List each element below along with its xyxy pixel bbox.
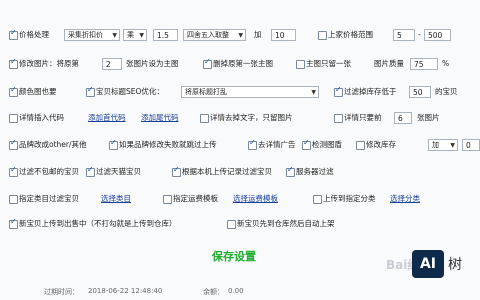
remove-ads-label: 去详情广告	[258, 140, 296, 149]
watermark: Bai经验 AI 树	[386, 250, 480, 292]
keep-first-images-suffix: 张图片	[417, 113, 440, 122]
expire-value: 2018-06-22 12:48:40	[88, 287, 163, 295]
stock-value-input[interactable]: 0	[462, 139, 480, 151]
keep-first-images-input[interactable]: 6	[394, 112, 412, 124]
add-label: 加	[254, 30, 262, 39]
stock-filter-suffix: 的宝贝	[435, 87, 458, 96]
delete-first-image-checkbox[interactable]	[203, 57, 212, 69]
keep-first-images-label: 详情只要前	[344, 113, 382, 122]
upload-to-sale-label: 新宝贝上传到出售中（不打勾就是上传到仓库）	[19, 219, 177, 228]
category-filter-label: 指定类目过滤宝贝	[19, 194, 79, 203]
server-filter-checkbox[interactable]	[286, 165, 295, 177]
color-image-label: 颜色图也要	[19, 87, 57, 96]
brand-other-label: 品牌改成other/其他	[19, 140, 87, 149]
add-tail-code-link[interactable]: 添加尾代码	[141, 111, 179, 124]
chevron-down-icon: ▼	[139, 32, 144, 39]
round-mode-select[interactable]: 四舍五入取整 ▼	[183, 29, 246, 41]
modify-image-label: 修改图片：将原第	[19, 59, 79, 68]
range-separator: -	[418, 30, 421, 39]
warehouse-then-list-checkbox[interactable]	[227, 220, 236, 229]
stock-filter-label: 过滤掉库存低于	[344, 87, 397, 96]
category-filter-checkbox[interactable]	[9, 195, 18, 204]
modify-stock-checkbox[interactable]	[356, 141, 365, 150]
stock-op-select[interactable]: 加 ▼	[428, 139, 458, 151]
price-mode-select[interactable]: 采集折扣价 ▼	[64, 29, 120, 41]
color-image-checkbox[interactable]	[9, 85, 18, 97]
filter-free-shipping-label: 过滤不包邮的宝贝	[19, 167, 79, 176]
delete-first-image-label: 删掉原第一张主图	[213, 59, 273, 68]
filter-tmall-checkbox[interactable]	[86, 165, 95, 177]
local-record-filter-label: 根据本机上传记录过滤宝贝	[182, 167, 272, 176]
stock-filter-input[interactable]: 50	[409, 86, 431, 98]
seo-checkbox[interactable]	[86, 85, 95, 97]
add-head-code-link[interactable]: 添加首代码	[88, 111, 126, 124]
settings-panel: 价格处理 采集折扣价▼ 乘▼ 1.5 四舍五入取整▼ 加 10 上家价格范围 5…	[0, 0, 480, 300]
choose-shop-category-link[interactable]: 选择分类	[390, 192, 420, 205]
range-min-input[interactable]: 5	[393, 29, 415, 41]
price-range-checkbox[interactable]	[318, 31, 327, 40]
watermark-side-text: 树	[448, 257, 462, 273]
expire-label: 过期时间：	[44, 288, 79, 296]
detect-image-shield-checkbox[interactable]	[302, 138, 311, 150]
keep-one-image-checkbox[interactable]	[296, 60, 305, 69]
choose-shipping-template-link[interactable]: 选择运费模板	[233, 192, 278, 205]
chevron-down-icon: ▼	[112, 32, 117, 39]
warehouse-then-list-label: 新宝贝先到仓库然后自动上架	[237, 219, 335, 228]
detect-image-shield-label: 检测图盾	[312, 140, 342, 149]
modify-image-checkbox[interactable]	[9, 57, 18, 69]
seo-mode-select[interactable]: 将原标题打乱 ▼	[181, 86, 319, 98]
filter-free-shipping-checkbox[interactable]	[9, 165, 18, 177]
brand-fail-skip-checkbox[interactable]	[109, 138, 118, 150]
stock-filter-checkbox[interactable]	[334, 85, 343, 97]
shipping-template-checkbox[interactable]	[163, 195, 172, 204]
detail-insert-checkbox[interactable]	[9, 114, 18, 123]
keep-first-images-checkbox[interactable]	[334, 114, 343, 123]
brand-other-checkbox[interactable]	[9, 138, 18, 150]
balance-label: 余额：	[203, 288, 224, 296]
add-value-input[interactable]: 10	[271, 29, 296, 41]
price-process-checkbox[interactable]	[9, 28, 18, 40]
remove-text-label: 详情去掉文字，只留图片	[210, 113, 293, 122]
ai-badge-icon: AI	[412, 250, 444, 278]
modify-stock-label: 修改库存	[366, 140, 396, 149]
price-range-label: 上家价格范围	[328, 30, 373, 39]
remove-text-checkbox[interactable]	[200, 114, 209, 123]
filter-tmall-label: 过滤天猫宝贝	[96, 167, 141, 176]
price-process-label: 价格处理	[19, 30, 49, 39]
local-record-filter-checkbox[interactable]	[172, 165, 181, 177]
price-op-select[interactable]: 乘 ▼	[123, 29, 147, 41]
seo-label: 宝贝标题SEO优化：	[96, 87, 164, 96]
detail-insert-label: 详情插入代码	[19, 113, 64, 122]
keep-one-image-label: 主图只留一张	[306, 59, 351, 68]
choose-category-link[interactable]: 选择类目	[101, 192, 131, 205]
percent-sign: %	[442, 59, 450, 68]
price-factor-input[interactable]: 1.5	[153, 29, 178, 41]
image-quality-label: 图片质量	[374, 59, 404, 68]
chevron-down-icon: ▼	[238, 32, 243, 39]
chevron-down-icon: ▼	[311, 89, 316, 96]
server-filter-label: 服务器过滤	[296, 167, 334, 176]
save-settings-button[interactable]: 保存设置	[212, 248, 256, 264]
upload-to-sale-checkbox[interactable]	[9, 217, 18, 229]
upload-category-label: 上传到指定分类	[323, 194, 376, 203]
image-quality-input[interactable]: 75	[410, 58, 438, 70]
image-index-suffix: 张图片设为主图	[126, 59, 179, 68]
upload-category-checkbox[interactable]	[313, 195, 322, 204]
brand-fail-skip-label: 如果品牌修改失败就跳过上传	[119, 140, 217, 149]
balance-value: 0.00	[228, 287, 244, 295]
range-max-input[interactable]: 500	[424, 29, 451, 41]
chevron-down-icon: ▼	[450, 142, 455, 149]
image-index-input[interactable]: 2	[102, 58, 122, 70]
shipping-template-label: 指定运费模板	[173, 194, 218, 203]
remove-ads-checkbox[interactable]	[248, 138, 257, 150]
